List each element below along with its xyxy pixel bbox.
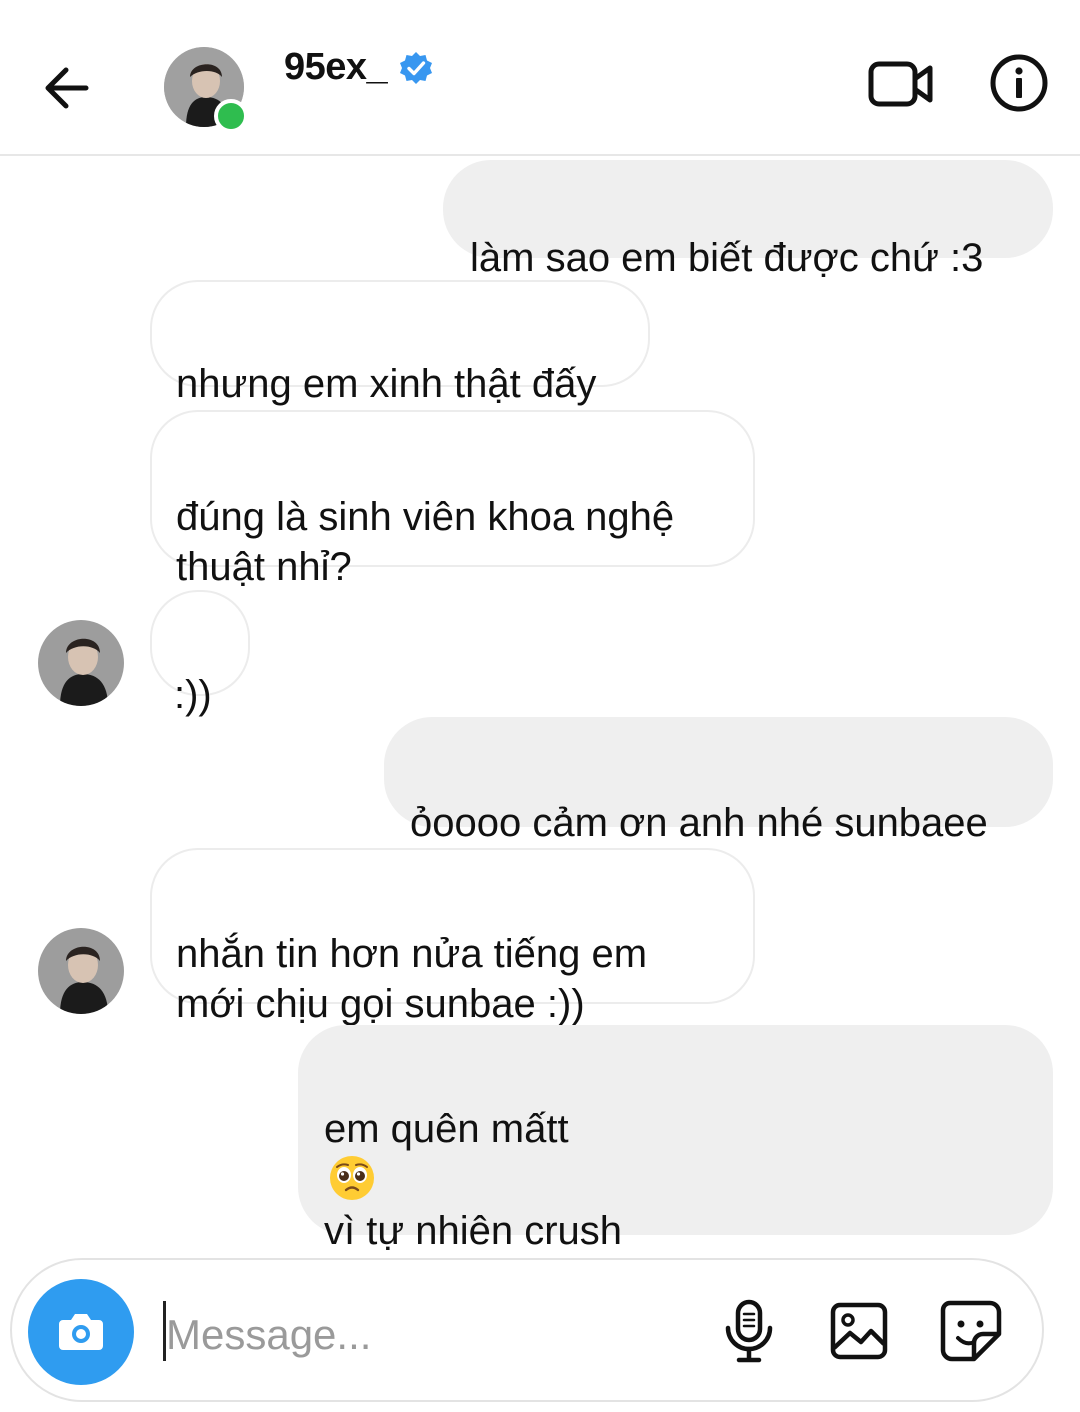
pleading-face-emoji xyxy=(330,1156,374,1200)
chat-username[interactable]: 95ex_ xyxy=(284,46,388,89)
video-camera-icon xyxy=(868,61,933,107)
info-icon xyxy=(990,54,1048,112)
outgoing-message[interactable]: ỏoooo cảm ơn anh nhé sunbaee xyxy=(384,717,1053,845)
message-input[interactable] xyxy=(166,1300,686,1370)
message-text: ỏoooo cảm ơn anh nhé sunbaee xyxy=(410,801,988,845)
sender-avatar[interactable] xyxy=(38,620,124,706)
message-text: làm sao em biết được chứ :3 xyxy=(470,236,984,280)
arrow-left-icon xyxy=(45,67,89,109)
incoming-message[interactable]: nhắn tin hơn nửa tiếng em mới chịu gọi s… xyxy=(150,848,755,1026)
outgoing-message[interactable]: em quên mấtt vì tự nhiên crush của em nh… xyxy=(298,1025,1053,1353)
incoming-message[interactable]: đúng là sinh viên khoa nghệ thuật nhỉ? xyxy=(150,410,755,589)
message-text: nhưng em xinh thật đấy xyxy=(176,362,597,406)
incoming-message[interactable]: nhưng em xinh thật đấy xyxy=(150,280,650,406)
message-text: em quên mấtt xyxy=(324,1107,569,1151)
chat-header: 95ex_ xyxy=(0,0,1080,156)
camera-icon xyxy=(59,1314,103,1350)
sender-avatar[interactable] xyxy=(38,928,124,1014)
message-text: nhắn tin hơn nửa tiếng em mới chịu gọi s… xyxy=(176,932,648,1026)
message-text: :)) xyxy=(174,673,212,717)
microphone-icon xyxy=(725,1299,773,1363)
sticker-icon xyxy=(940,1300,1002,1362)
voice-message-button[interactable] xyxy=(722,1298,776,1364)
back-button[interactable] xyxy=(38,58,98,118)
gallery-icon xyxy=(830,1302,888,1360)
verified-badge-icon xyxy=(400,52,432,84)
message-text: đúng là sinh viên khoa nghệ thuật nhỉ? xyxy=(176,495,675,589)
sticker-button[interactable] xyxy=(940,1300,1002,1362)
video-call-button[interactable] xyxy=(866,54,936,114)
camera-button[interactable] xyxy=(28,1279,134,1385)
incoming-message[interactable]: :)) xyxy=(150,590,250,717)
outgoing-message[interactable]: làm sao em biết được chứ :3 xyxy=(443,160,1053,280)
info-button[interactable] xyxy=(988,52,1050,114)
gallery-button[interactable] xyxy=(830,1302,888,1360)
online-status-dot xyxy=(214,99,248,133)
